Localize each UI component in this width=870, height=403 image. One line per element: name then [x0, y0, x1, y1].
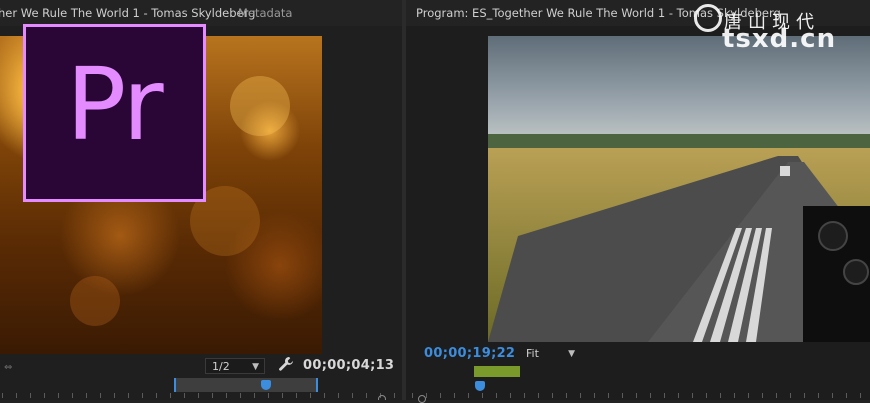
watermark-logo-icon: [694, 4, 722, 32]
ruler-tick: [678, 393, 679, 398]
zoom-select[interactable]: 1/2 ▼: [205, 358, 265, 374]
ruler-tick: [804, 393, 805, 398]
runway-scene: [488, 36, 870, 342]
ruler-tick: [338, 393, 339, 398]
ruler-tick: [734, 393, 735, 398]
ruler-tick: [468, 393, 469, 398]
zoom-select-value: 1/2: [212, 360, 230, 373]
ruler-tick: [636, 393, 637, 398]
source-timecode[interactable]: 00;00;04;13: [303, 358, 394, 373]
ruler-tick: [100, 393, 101, 398]
ruler-tick: [706, 393, 707, 398]
ruler-tick: [86, 393, 87, 398]
ruler-tick: [762, 393, 763, 398]
ruler-tick: [128, 393, 129, 398]
ruler-tick: [226, 393, 227, 398]
program-timecode[interactable]: 00;00;19;22: [424, 346, 515, 361]
ruler-tick: [790, 393, 791, 398]
ruler-tick: [366, 393, 367, 398]
tab-source[interactable]: her We Rule The World 1 - Tomas Skyldebe…: [0, 6, 255, 20]
ruler-tick: [310, 393, 311, 398]
ruler-tick: [650, 393, 651, 398]
ruler-tick: [2, 393, 3, 398]
ruler-tick: [454, 393, 455, 398]
ruler-tick: [212, 393, 213, 398]
ruler-tick: [142, 393, 143, 398]
ruler-tick: [538, 393, 539, 398]
ruler-tick: [156, 393, 157, 398]
wrench-icon[interactable]: [278, 356, 294, 372]
ruler-tick: [594, 393, 595, 398]
watermark-site: tsxd.cn: [722, 24, 837, 54]
ruler-tick: [580, 393, 581, 398]
ruler-tick: [30, 393, 31, 398]
ruler-tick: [72, 393, 73, 398]
ruler-tick: [198, 393, 199, 398]
ruler-tick: [818, 393, 819, 398]
source-in-out-range[interactable]: [174, 378, 318, 392]
ruler-tick: [240, 393, 241, 398]
ruler-tick: [748, 393, 749, 398]
ruler-tick: [692, 393, 693, 398]
ruler-tick: [114, 393, 115, 398]
source-playhead-icon[interactable]: [261, 380, 271, 390]
source-tabbar: her We Rule The World 1 - Tomas Skyldebe…: [0, 0, 402, 26]
ruler-tick: [832, 393, 833, 398]
bokeh-light: [230, 76, 290, 136]
tab-metadata[interactable]: Metadata: [238, 6, 292, 20]
program-video-frame[interactable]: [488, 36, 870, 342]
ruler-tick: [482, 393, 483, 398]
ruler-tick: [426, 393, 427, 398]
ruler-tick: [664, 393, 665, 398]
ruler-tick: [440, 393, 441, 398]
premiere-pro-logo: Pr: [23, 24, 206, 202]
ruler-tick: [170, 393, 171, 398]
bokeh-light: [70, 276, 120, 326]
chevron-down-icon: ▼: [568, 349, 575, 359]
source-zoom-handle[interactable]: [378, 395, 386, 400]
ruler-tick: [608, 393, 609, 398]
ruler-tick: [268, 393, 269, 398]
ruler-tick: [496, 393, 497, 398]
ruler-tick: [524, 393, 525, 398]
ruler-tick: [510, 393, 511, 398]
ruler-tick: [720, 393, 721, 398]
ruler-tick: [552, 393, 553, 398]
ruler-tick: [16, 393, 17, 398]
ruler-tick: [254, 393, 255, 398]
logo-text: Pr: [66, 46, 164, 163]
ruler-tick: [776, 393, 777, 398]
ruler-tick: [566, 393, 567, 398]
ruler-tick: [296, 393, 297, 398]
fit-select-value: Fit: [526, 347, 539, 360]
ruler-tick: [324, 393, 325, 398]
ruler-tick: [846, 393, 847, 398]
ruler-tick: [352, 393, 353, 398]
ruler-tick: [394, 393, 395, 398]
ruler-tick: [44, 393, 45, 398]
fit-select[interactable]: Fit ▼: [520, 346, 580, 362]
ruler-tick: [412, 393, 413, 398]
program-playhead-icon[interactable]: [475, 381, 485, 391]
ruler-tick: [622, 393, 623, 398]
arrows-icon[interactable]: ⇔: [4, 362, 12, 373]
ruler-tick: [282, 393, 283, 398]
ruler-tick: [860, 393, 861, 398]
ruler-tick: [184, 393, 185, 398]
program-monitor-panel: Program: ES_Together We Rule The World 1…: [406, 0, 870, 400]
chevron-down-icon: ▼: [252, 362, 259, 372]
program-zoom-handle[interactable]: [418, 395, 426, 403]
ruler-tick: [58, 393, 59, 398]
work-area-bar[interactable]: [474, 366, 520, 377]
